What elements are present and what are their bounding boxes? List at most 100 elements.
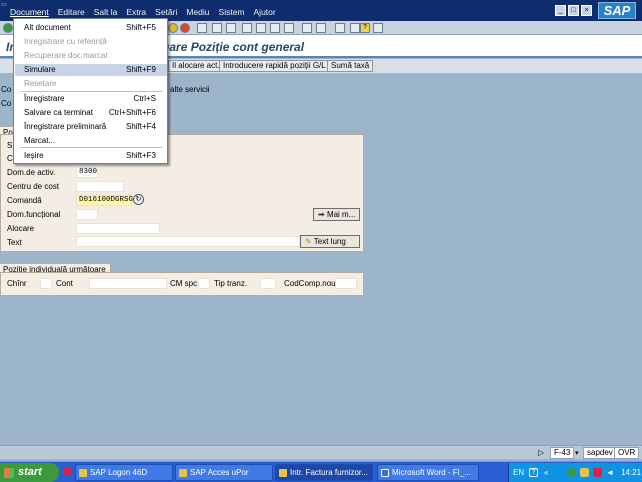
shortcut-icon[interactable]	[316, 23, 326, 33]
menu-mediu[interactable]: Mediu	[186, 7, 209, 17]
window-icon[interactable]: ▭	[1, 1, 10, 9]
menu-item-marcat[interactable]: Marcat...	[24, 136, 55, 145]
first-page-icon[interactable]	[242, 23, 252, 33]
menu-item-iesire[interactable]: Ieșire	[24, 151, 44, 160]
find-icon[interactable]	[212, 23, 222, 33]
text-field[interactable]	[76, 236, 300, 247]
help-tray-icon[interactable]: ?	[529, 468, 538, 477]
dom-functional-field[interactable]	[76, 209, 98, 220]
task-label: Microsoft Word - FI_...	[392, 468, 471, 477]
menu-item-inregistrare[interactable]: Înregistrare	[24, 94, 64, 103]
last-page-icon[interactable]	[284, 23, 294, 33]
quicklaunch-icon[interactable]	[63, 467, 72, 476]
row-s-label: S	[7, 141, 13, 150]
menu-item-resetare: Resetare	[24, 79, 57, 88]
task-intr-factura[interactable]: Intr. Factura furnizor...	[275, 464, 373, 481]
security-icon[interactable]	[580, 468, 589, 477]
page-title-right: gare Poziție cont general	[162, 40, 305, 54]
codcomp-field[interactable]	[335, 278, 357, 289]
menu-item-simulare[interactable]: Simulare	[24, 65, 56, 74]
task-sap-logon[interactable]: SAP Logon 46D	[75, 464, 173, 481]
tip-tranz-field[interactable]	[260, 278, 276, 289]
close-icon[interactable]: ×	[581, 5, 592, 16]
menu-item-inregistrare-preliminara[interactable]: Înregistrare preliminară	[24, 122, 106, 131]
system-tray: EN ? « ◄ 14:21	[508, 463, 642, 482]
left-label-co1: Co	[1, 85, 12, 94]
arrow-right-icon: ➡	[318, 210, 327, 219]
layout-icon[interactable]	[335, 23, 345, 33]
shortcut-inregistrare: Ctrl+S	[133, 94, 156, 103]
word-icon	[381, 469, 389, 477]
long-text-button-label: Text lung	[313, 237, 346, 246]
centru-cost-label: Centru de cost	[7, 182, 60, 191]
language-indicator[interactable]: EN	[513, 463, 524, 482]
alocare-field[interactable]	[76, 223, 160, 234]
shortcut-iesire: Shift+F3	[125, 151, 156, 160]
menu-item-recuperare: Recuperare doc.marcat	[24, 51, 108, 60]
chnr-field[interactable]	[40, 278, 52, 289]
task-label: SAP Acces uPor	[190, 468, 249, 477]
task-word[interactable]: Microsoft Word - FI_...	[377, 464, 479, 481]
centru-cost-field[interactable]	[76, 181, 124, 192]
help-icon[interactable]: ?	[360, 23, 370, 33]
settings-icon[interactable]	[350, 23, 360, 33]
document-menu-dropdown: Alt document Shift+F5 Inregistrare cu ref…	[13, 18, 168, 164]
sap-logo: SAP	[598, 2, 636, 19]
menu-editare[interactable]: Editare	[58, 7, 85, 17]
more-button[interactable]: ➡ Mai m...	[313, 208, 361, 221]
print-icon[interactable]	[197, 23, 207, 33]
status-mode[interactable]: OVR	[614, 447, 640, 459]
status-dropdown-icon[interactable]: ▾	[575, 449, 579, 457]
status-bar: ▷ F-43 ▾ sapdev OVR	[0, 445, 642, 459]
codcomp-label: CodComp.nou	[284, 279, 336, 288]
menu-item-salvare-terminat[interactable]: Salvare ca terminat	[24, 108, 93, 117]
status-expand-icon[interactable]: ▷	[538, 448, 544, 457]
cancel-icon[interactable]	[180, 23, 190, 33]
antivirus-icon[interactable]	[593, 468, 602, 477]
windows-taskbar: start SAP Logon 46D SAP Acces uPor Intr.…	[0, 461, 642, 482]
refresh-icon[interactable]: ↻	[133, 194, 144, 205]
cm-spc-field[interactable]	[198, 278, 210, 289]
shortcut-salvare-terminat: Ctrl+Shift+F6	[108, 108, 156, 117]
pencil-icon: ✎	[305, 237, 314, 246]
shortcut-simulare: Shift+F9	[125, 65, 156, 74]
comanda-field[interactable]: D016100DGRSG	[76, 195, 133, 206]
start-button[interactable]: start	[0, 463, 59, 482]
task-sap-acces[interactable]: SAP Acces uPor	[175, 464, 273, 481]
exit-icon[interactable]	[168, 23, 178, 33]
network-icon[interactable]	[567, 468, 576, 477]
menu-salt-la[interactable]: Salt la	[94, 7, 118, 17]
sap-icon	[179, 469, 187, 477]
dom-activ-label: Dom.de activ.	[7, 168, 56, 177]
maximize-icon[interactable]: □	[568, 5, 579, 16]
menu-item-alt-document[interactable]: Alt document	[24, 23, 71, 32]
start-label: start	[18, 466, 42, 478]
new-session-icon[interactable]	[302, 23, 312, 33]
menu-ajutor[interactable]: Ajutor	[254, 7, 276, 17]
minimize-icon[interactable]: _	[555, 5, 566, 16]
menu-separator	[20, 147, 162, 148]
next-page-icon[interactable]	[270, 23, 280, 33]
row-c-label: C	[7, 154, 13, 163]
menu-document[interactable]: Document	[10, 7, 49, 17]
tax-amount-button[interactable]: Sumă taxă	[327, 60, 374, 72]
customize-icon[interactable]	[373, 23, 383, 33]
menu-extra[interactable]: Extra	[126, 7, 146, 17]
cont-label: Cont	[56, 279, 73, 288]
chnr-label: Chînr	[7, 279, 27, 288]
volume-icon[interactable]: ◄	[606, 463, 614, 482]
menu-sistem[interactable]: Sistem	[219, 7, 245, 17]
dom-functional-label: Dom.funcțional	[7, 210, 61, 219]
long-text-button[interactable]: ✎ Text lung	[300, 235, 360, 248]
info-text: alte servicii	[170, 85, 210, 94]
prev-page-icon[interactable]	[256, 23, 266, 33]
menu-setari[interactable]: Setări	[155, 7, 177, 17]
cont-field[interactable]	[89, 278, 167, 289]
quick-entry-button[interactable]: Introducere rapidă poziții G/L	[219, 60, 330, 72]
tray-arrows-icon[interactable]: «	[544, 463, 548, 482]
dom-activ-field[interactable]: 8300	[76, 167, 98, 178]
next-item-panel: Chînr Cont CM spc Tip tranz. CodComp.nou	[0, 272, 364, 296]
find-next-icon[interactable]	[226, 23, 236, 33]
enter-icon[interactable]	[3, 23, 13, 33]
sap-icon	[279, 469, 287, 477]
